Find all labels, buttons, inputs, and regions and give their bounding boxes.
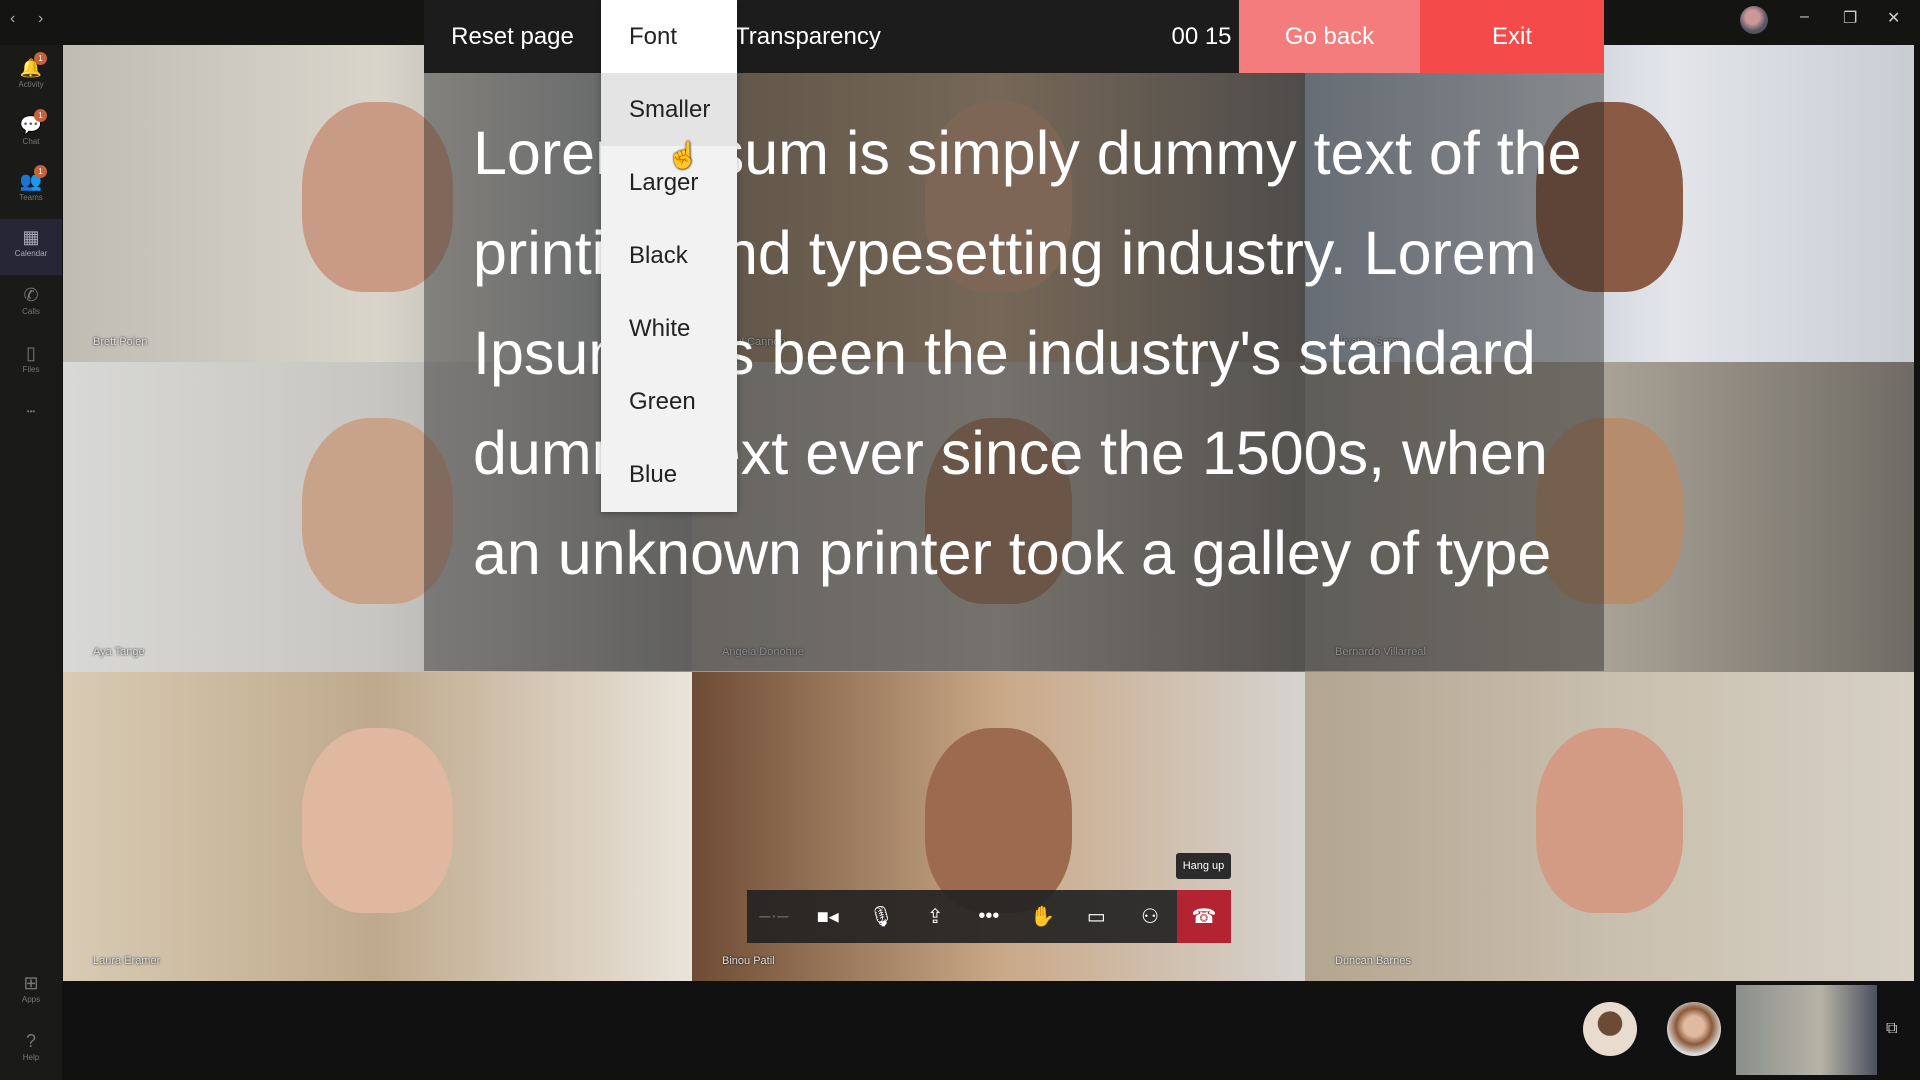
hang-up-tooltip: Hang up [1176, 853, 1231, 879]
rail-item-files[interactable]: ▯ Files [0, 335, 62, 391]
rail-item-label: Apps [21, 995, 41, 1004]
rail-item-label: Teams [19, 193, 43, 202]
rail-item-label: Help [22, 1053, 40, 1062]
font-menu-item-black[interactable]: Black [601, 219, 737, 292]
rail-item-label: Files [22, 365, 40, 374]
dial-pad-icon: –·– [759, 905, 789, 927]
participants-icon: ⚇ [1141, 906, 1160, 928]
participant-avatar[interactable] [1667, 1002, 1721, 1056]
font-menu: Font Smaller Larger Black White Green Blue [601, 0, 737, 512]
share-screen-icon: ⇪ [926, 906, 944, 928]
more-apps-button[interactable]: ••• [0, 407, 62, 463]
teams-icon: 👥 [19, 171, 43, 191]
participant-video-tile[interactable]: Duncan Barnes [1305, 672, 1914, 981]
camera-button[interactable]: ■◂ [801, 890, 855, 943]
help-icon: ? [25, 1031, 36, 1051]
timer: 00 15 [1171, 23, 1232, 50]
chevron-left-icon[interactable]: ‹ [10, 10, 15, 28]
avatar[interactable] [1740, 6, 1768, 34]
font-menu-item-blue[interactable]: Blue [601, 438, 737, 511]
bell-icon: 🔔 [19, 58, 43, 78]
participants-button[interactable]: ⚇ [1123, 890, 1177, 943]
chat-icon: 💬 [19, 115, 43, 135]
transparency-button[interactable]: Transparency [735, 0, 895, 73]
participant-name: Laura Eramer [93, 955, 161, 967]
rail-item-label: Activity [18, 80, 44, 89]
microphone-icon: 🎙 [868, 906, 895, 928]
hand-cursor-icon: ☝ [667, 140, 700, 170]
rail-item-apps[interactable]: ⊞ Apps [0, 965, 62, 1021]
phone-icon: ✆ [23, 285, 39, 305]
share-screen-button[interactable]: ⇪ [908, 890, 962, 943]
rail-item-label: Calendar [14, 249, 48, 258]
maximize-button[interactable]: ❐ [1843, 8, 1857, 28]
participant-face [302, 727, 453, 913]
participant-name: Aya Tange [93, 646, 145, 658]
chat-button[interactable]: ▭ [1070, 890, 1124, 943]
participant-face [1536, 727, 1683, 913]
chat-icon: ▭ [1086, 906, 1106, 928]
go-back-button[interactable]: Go back [1239, 0, 1420, 73]
rail-item-teams[interactable]: 👥 Teams 1 [0, 163, 62, 219]
participant-video-tile[interactable]: Laura Eramer [63, 672, 692, 981]
rail-item-activity[interactable]: 🔔 Activity 1 [0, 50, 62, 106]
more-icon: ••• [978, 905, 1000, 927]
file-icon: ▯ [26, 343, 36, 363]
participant-face [924, 727, 1073, 913]
microphone-button[interactable]: 🎙 [855, 890, 909, 943]
rail-item-calendar[interactable]: ▦ Calendar [0, 219, 62, 275]
calendar-icon: ▦ [22, 227, 40, 247]
raise-hand-button[interactable]: ✋ [1016, 890, 1070, 943]
self-view-video[interactable] [1736, 985, 1877, 1075]
dial-pad-button[interactable]: –·– [747, 890, 801, 943]
call-controls: –·– ■◂ 🎙 ⇪ ••• ✋ ▭ ⚇ ☎ [747, 890, 1231, 943]
hang-up-button[interactable]: ☎ [1177, 890, 1231, 943]
rail-item-calls[interactable]: ✆ Calls [0, 277, 62, 333]
hang-up-icon: ☎ [1191, 906, 1217, 928]
rail-item-help[interactable]: ? Help [0, 1023, 62, 1079]
reset-page-button[interactable]: Reset page [424, 0, 601, 73]
font-menu-item-smaller[interactable]: Smaller [601, 73, 737, 146]
exit-button[interactable]: Exit [1420, 0, 1604, 73]
minimize-button[interactable]: – [1800, 8, 1809, 26]
camera-icon: ■◂ [816, 906, 839, 928]
more-button[interactable]: ••• [962, 890, 1016, 943]
participant-name: Brett Polen [93, 336, 148, 348]
participant-name: Binou Patil [722, 955, 775, 967]
app-rail: 🔔 Activity 1 💬 Chat 1 👥 Teams 1 ▦ Calendar ✆ Calls ▯ F… [0, 45, 62, 1080]
font-menu-item-white[interactable]: White [601, 292, 737, 365]
rail-item-label: Chat [22, 137, 40, 146]
apps-icon: ⊞ [23, 973, 39, 993]
bottom-strip [63, 981, 1920, 1075]
close-button[interactable]: ✕ [1887, 8, 1900, 28]
notification-badge: 1 [34, 165, 47, 178]
rail-item-label: Calls [22, 307, 40, 316]
font-menu-item-green[interactable]: Green [601, 365, 737, 438]
screen-share-icon[interactable]: ⧉ [1886, 1020, 1897, 1038]
participant-avatar[interactable] [1583, 1002, 1637, 1056]
font-menu-header[interactable]: Font [601, 0, 737, 73]
chevron-right-icon[interactable]: › [38, 10, 43, 28]
participant-name: Duncan Barnes [1335, 955, 1411, 967]
notification-badge: 1 [34, 109, 47, 122]
notification-badge: 1 [34, 52, 47, 65]
raise-hand-icon: ✋ [1030, 906, 1056, 928]
rail-item-chat[interactable]: 💬 Chat 1 [0, 107, 62, 163]
